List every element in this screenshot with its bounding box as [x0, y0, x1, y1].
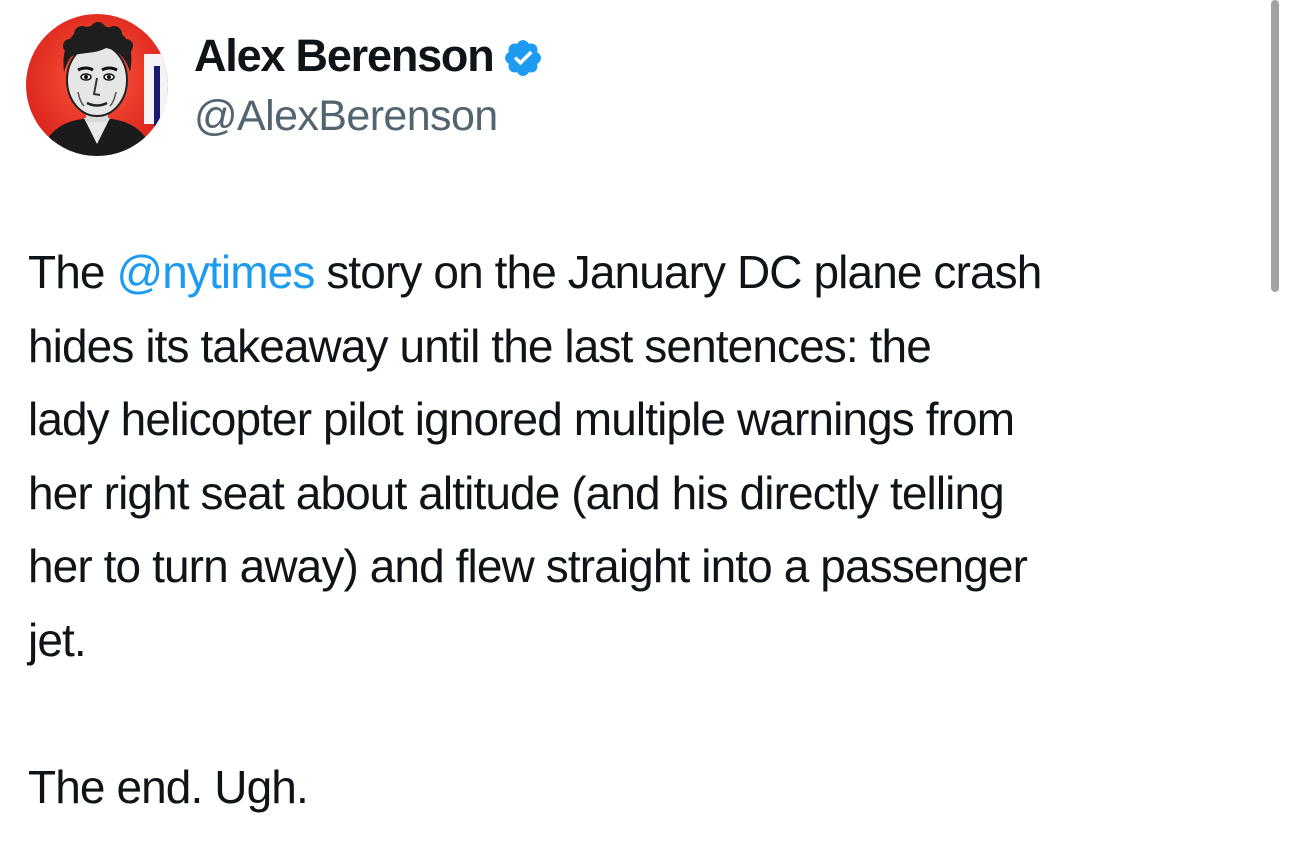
- tweet-card: Alex Berenson @AlexBerenson The @nytimes…: [0, 0, 1290, 844]
- tweet-closing-line: The end. Ugh.: [28, 760, 309, 813]
- display-name[interactable]: Alex Berenson: [194, 30, 495, 82]
- tweet-line: The @nytimes story on the January DC pla…: [28, 236, 1268, 310]
- tweet-line: hides its takeaway until the last senten…: [28, 319, 932, 372]
- verified-badge-icon[interactable]: [502, 37, 544, 79]
- scrollbar[interactable]: [1271, 0, 1279, 292]
- tweet-line: her right seat about altitude (and his d…: [28, 466, 1005, 519]
- tweet-line: lady helicopter pilot ignored multiple w…: [28, 393, 1015, 445]
- avatar[interactable]: [26, 14, 168, 156]
- tweet-text: The @nytimes story on the January DC pla…: [28, 236, 1268, 824]
- author-handle[interactable]: @AlexBerenson: [194, 92, 498, 141]
- tweet-line: her to turn away) and flew straight into…: [28, 540, 1028, 592]
- tweet-text-segment: The: [28, 246, 117, 298]
- avatar-portrait-icon: [26, 14, 168, 156]
- mention-link[interactable]: @nytimes: [116, 246, 315, 298]
- author-name-row: Alex Berenson: [194, 30, 544, 82]
- tweet-text-segment: story on the January DC plane crash: [314, 246, 1042, 298]
- tweet-line: jet.: [28, 613, 87, 666]
